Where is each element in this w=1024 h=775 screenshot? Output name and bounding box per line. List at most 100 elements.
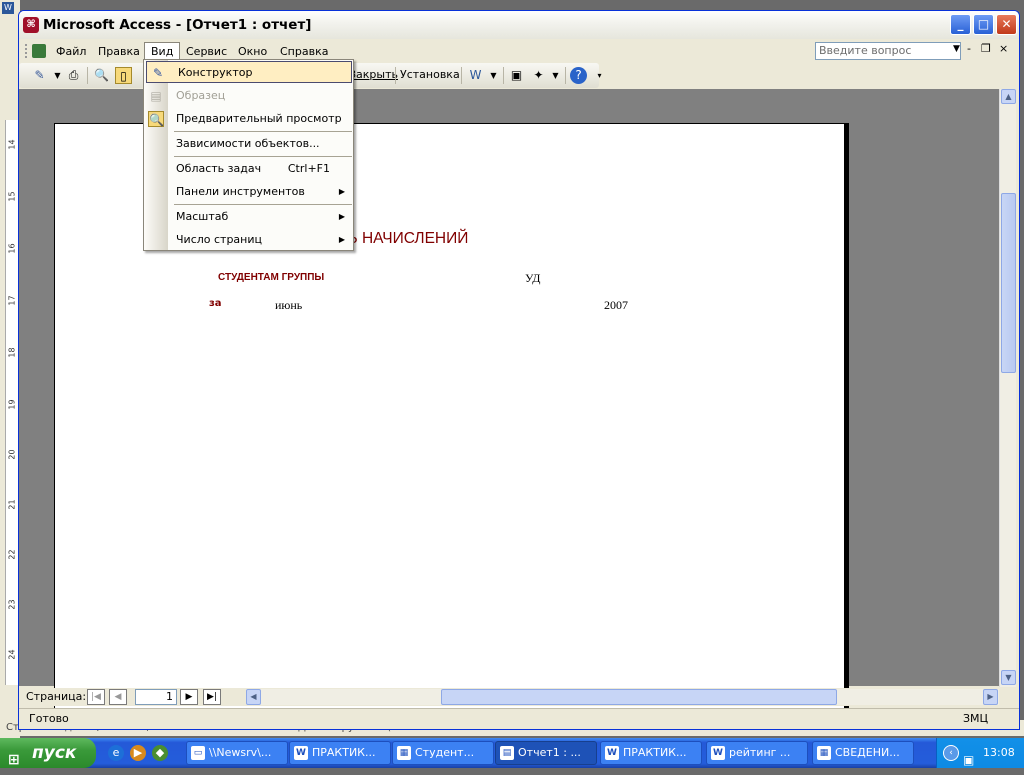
task-label: \\Newsrv\... <box>209 746 272 759</box>
menu-item-label: Число страниц <box>176 233 263 246</box>
menu-view[interactable]: Вид <box>144 42 181 59</box>
horizontal-scrollbar[interactable]: ◀ ▶ <box>246 689 999 705</box>
month-value: июнь <box>275 298 303 312</box>
word-icon: W <box>294 746 308 760</box>
ask-question-input[interactable]: Введите вопрос <box>815 42 961 60</box>
next-page-button[interactable]: ▶ <box>180 689 198 705</box>
task-label: ПРАКТИК... <box>312 746 376 759</box>
view-menu-dropdown: ✎ Конструктор ▤ Образец 🔍 Предварительны… <box>143 59 354 251</box>
menu-separator <box>174 131 352 132</box>
menu-item-label: Масштаб <box>176 210 229 223</box>
design-icon: ✎ <box>152 66 164 80</box>
maximize-button[interactable]: □ <box>973 14 994 35</box>
taskbar-item-word-3[interactable]: Wрейтинг ... <box>706 741 808 765</box>
status-bar: Готово ЗМЦ <box>19 708 1019 728</box>
clock[interactable]: 13:08 <box>983 746 1015 759</box>
desktop-icon[interactable]: ◆ <box>152 745 168 761</box>
submenu-arrow-icon: ▶ <box>338 187 345 196</box>
shortcut-label: Ctrl+F1 <box>287 162 330 175</box>
toolbar-separator <box>503 67 504 84</box>
taskbar-item-access-table[interactable]: ▦ Студент... <box>392 741 494 765</box>
page-setup-button[interactable]: Установка <box>400 68 460 81</box>
ruler-number: 24 <box>7 649 17 660</box>
scroll-left-button[interactable]: ◀ <box>246 689 261 705</box>
menu-window[interactable]: Окно <box>232 43 273 60</box>
close-button[interactable]: ✕ <box>996 14 1017 35</box>
help-icon[interactable]: ? <box>570 67 587 84</box>
close-preview-button[interactable]: Закрыть <box>349 68 398 81</box>
office-links-icon[interactable]: W <box>467 67 484 84</box>
doc-minimize-button[interactable]: - <box>967 42 971 55</box>
doc-close-button[interactable]: × <box>999 42 1008 55</box>
menubar-grip[interactable] <box>25 44 29 58</box>
prev-page-button[interactable]: ◀ <box>109 689 127 705</box>
ruler-number: 19 <box>7 399 17 410</box>
menu-item-print-preview[interactable]: 🔍 Предварительный просмотр <box>145 108 352 130</box>
taskbar: ⊞ пуск e ▶ ◆ ▭ \\Newsrv\... W ПРАКТИК... ▦… <box>0 738 1024 768</box>
menu-item-task-pane[interactable]: Область задач Ctrl+F1 <box>145 158 352 180</box>
vertical-ruler: 14 15 16 17 18 19 20 21 22 23 24 <box>5 120 18 685</box>
access-app-icon[interactable]: ⌘ <box>23 17 39 33</box>
ask-dropdown-icon[interactable]: ▼ <box>953 44 960 54</box>
office-links-dropdown-icon[interactable]: ▼ <box>485 67 502 84</box>
word-icon: W <box>711 746 725 760</box>
taskbar-item-word-1[interactable]: W ПРАКТИК... <box>289 741 391 765</box>
internet-explorer-icon[interactable]: e <box>108 745 124 761</box>
scroll-right-button[interactable]: ▶ <box>983 689 998 705</box>
menu-edit[interactable]: Правка <box>92 43 146 60</box>
doc-restore-button[interactable]: ❐ <box>981 42 991 55</box>
scroll-up-button[interactable]: ▲ <box>1001 89 1016 104</box>
menu-item-design[interactable]: ✎ Конструктор <box>146 61 352 83</box>
ruler-number: 20 <box>7 449 17 460</box>
design-view-icon[interactable]: ✎ <box>31 67 48 84</box>
menu-item-object-dependencies[interactable]: Зависимости объектов... <box>145 133 352 155</box>
print-icon[interactable]: ⎙ <box>65 67 82 84</box>
background-word-window: W 14 15 16 17 18 19 20 21 22 23 24 <box>0 0 20 768</box>
taskbar-item-word-2[interactable]: W ПРАКТИК... <box>600 741 702 765</box>
taskbar-item-folder[interactable]: ▭ \\Newsrv\... <box>186 741 288 765</box>
document-icon[interactable] <box>32 44 46 58</box>
menu-tools[interactable]: Сервис <box>180 43 233 60</box>
menu-help[interactable]: Справка <box>274 43 334 60</box>
zoom-icon[interactable]: 🔍 <box>93 67 110 84</box>
sample-icon: ▤ <box>150 89 162 103</box>
menu-item-toolbars[interactable]: Панели инструментов ▶ <box>145 181 352 203</box>
tray-expand-icon[interactable]: ‹ <box>943 745 959 761</box>
horizontal-scroll-thumb[interactable] <box>441 689 837 705</box>
one-page-icon[interactable]: ▯ <box>115 67 132 84</box>
menu-item-pages[interactable]: Число страниц ▶ <box>145 229 352 251</box>
last-page-button[interactable]: ▶| <box>203 689 221 705</box>
media-player-icon[interactable]: ▶ <box>130 745 146 761</box>
menu-separator <box>174 204 352 205</box>
ruler-number: 15 <box>7 191 17 202</box>
submenu-arrow-icon: ▶ <box>338 235 345 244</box>
database-window-icon[interactable]: ▣ <box>508 67 525 84</box>
menu-item-sample[interactable]: ▤ Образец <box>145 85 352 107</box>
folder-icon: ▭ <box>191 746 205 760</box>
vertical-scrollbar[interactable]: ▲ ▼ <box>999 89 1016 687</box>
taskbar-item-access-report[interactable]: ▤ Отчет1 : ... <box>495 741 597 765</box>
task-label: рейтинг ... <box>729 746 791 759</box>
tray-app-icon[interactable]: ▣ <box>963 745 974 775</box>
menu-item-label: Зависимости объектов... <box>176 137 320 150</box>
task-label: ПРАКТИК... <box>623 746 687 759</box>
title-bar[interactable]: ⌘ Microsoft Access - [Отчет1 : отчет] _ … <box>19 11 1019 39</box>
ruler-number: 16 <box>7 243 17 254</box>
scroll-down-button[interactable]: ▼ <box>1001 670 1016 685</box>
windows-logo-icon: ⊞ <box>8 752 20 768</box>
vertical-scroll-thumb[interactable] <box>1001 193 1016 373</box>
minimize-button[interactable]: _ <box>950 14 971 35</box>
new-object-dropdown-icon[interactable]: ▼ <box>547 67 564 84</box>
start-button[interactable]: ⊞ пуск <box>0 738 96 768</box>
menu-file[interactable]: Файл <box>50 43 92 60</box>
new-object-icon[interactable]: ✦ <box>530 67 547 84</box>
first-page-button[interactable]: |◀ <box>87 689 105 705</box>
group-label: СТУДЕНТАМ ГРУППЫ <box>218 272 325 283</box>
taskbar-item-table[interactable]: ▦ СВЕДЕНИ... <box>812 741 914 765</box>
table-icon: ▦ <box>817 746 831 760</box>
page-number-input[interactable]: 1 <box>135 689 177 705</box>
view-dropdown-icon[interactable]: ▼ <box>49 67 66 84</box>
menu-item-zoom[interactable]: Масштаб ▶ <box>145 206 352 228</box>
toolbar-options-icon[interactable]: ▾ <box>591 67 608 84</box>
ruler-number: 17 <box>7 295 17 306</box>
